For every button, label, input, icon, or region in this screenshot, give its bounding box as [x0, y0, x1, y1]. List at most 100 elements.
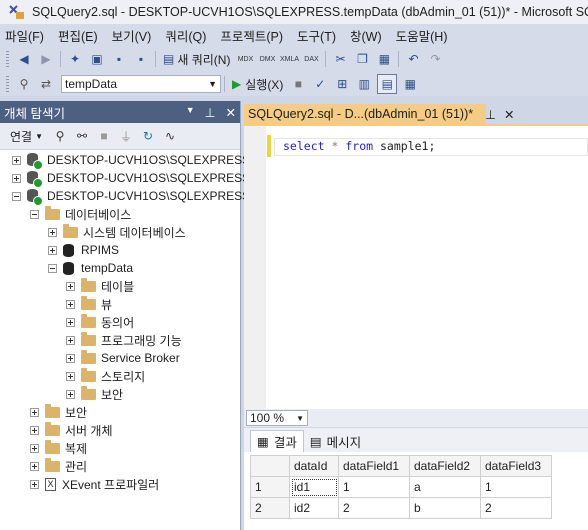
table-cell[interactable]: 2: [338, 497, 410, 519]
expand-icon[interactable]: [66, 281, 75, 291]
expand-icon[interactable]: [66, 389, 75, 399]
stop-icon[interactable]: ■: [289, 75, 307, 93]
database-select[interactable]: tempData ▼: [61, 75, 221, 93]
expand-icon[interactable]: [66, 353, 75, 363]
table-cell[interactable]: 1: [338, 476, 410, 498]
column-header[interactable]: dataField3: [480, 455, 552, 477]
filter-icon[interactable]: ⏚: [117, 127, 135, 145]
back-icon[interactable]: ◀: [15, 50, 33, 68]
query-designer-icon[interactable]: ▥: [355, 75, 373, 93]
tree-node[interactable]: 관리: [30, 457, 87, 475]
toolbar-grip[interactable]: [6, 76, 9, 92]
xmla-query-icon[interactable]: XMLA: [280, 50, 299, 68]
results-to-grid-icon[interactable]: ▦: [401, 75, 419, 93]
code-line[interactable]: select * from sample1;: [283, 139, 435, 153]
undo-icon[interactable]: ↶: [404, 50, 422, 68]
menu-query[interactable]: 쿼리(Q): [160, 26, 215, 45]
parse-icon[interactable]: ✓: [311, 75, 329, 93]
results-to-text-icon[interactable]: ▤: [377, 74, 398, 94]
dmx-query-icon[interactable]: DMX: [258, 50, 276, 68]
dax-query-icon[interactable]: DAX: [302, 50, 320, 68]
close-icon[interactable]: ✕: [226, 105, 236, 120]
expand-icon[interactable]: [48, 227, 57, 237]
save-icon[interactable]: ▪: [110, 50, 128, 68]
table-cell[interactable]: id2: [289, 497, 339, 519]
table-row[interactable]: 2 id2 2 b 2: [250, 497, 552, 519]
connect-dropdown[interactable]: 연결 ▼: [10, 128, 43, 145]
new-project-icon[interactable]: ✦: [66, 50, 84, 68]
tree-node[interactable]: 테이블: [66, 277, 134, 295]
expand-icon[interactable]: [30, 479, 39, 489]
tree-node[interactable]: tempData: [48, 259, 133, 277]
stop-icon[interactable]: ■: [95, 127, 113, 145]
mdx-query-icon[interactable]: MDX: [236, 50, 254, 68]
execute-button[interactable]: ▶ 실행(X): [232, 76, 283, 93]
expand-icon[interactable]: [30, 425, 39, 435]
expand-icon[interactable]: [66, 371, 75, 381]
connect-plug-icon[interactable]: ⚲: [51, 127, 69, 145]
change-connection-icon[interactable]: ⇄: [37, 75, 55, 93]
menu-edit[interactable]: 편집(E): [53, 26, 107, 45]
connect-icon[interactable]: ⚲: [15, 75, 33, 93]
tree-node[interactable]: 복제: [30, 439, 87, 457]
tree-node[interactable]: 데이터베이스: [30, 205, 131, 223]
menu-file[interactable]: 파일(F): [0, 26, 53, 45]
collapse-icon[interactable]: [12, 191, 21, 201]
tab-query-editor[interactable]: SQLQuery2.sql - D...(dbAdmin_01 (51))* ⊥…: [244, 104, 514, 124]
table-cell[interactable]: id1: [289, 476, 339, 498]
menu-view[interactable]: 보기(V): [107, 26, 161, 45]
open-file-icon[interactable]: ▣: [88, 50, 106, 68]
expand-icon[interactable]: [12, 155, 21, 165]
tab-results[interactable]: ▦ 결과: [250, 430, 304, 452]
table-cell[interactable]: a: [409, 476, 481, 498]
tree-node[interactable]: 보안: [30, 403, 87, 421]
save-all-icon[interactable]: ▪: [132, 50, 150, 68]
cut-icon[interactable]: ✂: [331, 50, 349, 68]
disconnect-icon[interactable]: ⚯: [73, 127, 91, 145]
tree-node[interactable]: 동의어: [66, 313, 134, 331]
estimated-plan-icon[interactable]: ⊞: [333, 75, 351, 93]
collapse-icon[interactable]: [48, 263, 57, 273]
table-row[interactable]: 1 id1 1 a 1: [250, 476, 552, 498]
tree-node[interactable]: RPIMS: [48, 241, 119, 259]
menu-window[interactable]: 창(W): [345, 26, 391, 45]
copy-icon[interactable]: ❐: [353, 50, 371, 68]
tree-node[interactable]: 보안: [66, 385, 123, 403]
collapse-icon[interactable]: [30, 209, 39, 219]
zoom-select[interactable]: 100 % ▼: [246, 410, 308, 426]
row-number[interactable]: 2: [250, 497, 290, 519]
expand-icon[interactable]: [30, 407, 39, 417]
column-header[interactable]: dataField2: [409, 455, 481, 477]
dropdown-icon[interactable]: ▼: [186, 105, 195, 120]
expand-icon[interactable]: [12, 173, 21, 183]
menu-tools[interactable]: 도구(T): [292, 26, 345, 45]
tree-node[interactable]: DESKTOP-UCVH1OS\SQLEXPRESS: [12, 187, 250, 206]
row-number[interactable]: 1: [250, 476, 290, 498]
expand-icon[interactable]: [66, 299, 75, 309]
table-cell[interactable]: 2: [480, 497, 552, 519]
tab-messages[interactable]: ▤ 메시지: [304, 430, 367, 452]
forward-icon[interactable]: ▶: [37, 50, 55, 68]
sql-editor[interactable]: select * from sample1;: [244, 126, 588, 409]
pin-icon[interactable]: ⊥: [485, 107, 496, 122]
tree-node[interactable]: DESKTOP-UCVH1OS\SQLEXPRESS: [12, 151, 250, 170]
pin-icon[interactable]: ⊥: [205, 105, 216, 120]
close-tab-icon[interactable]: ✕: [504, 107, 514, 122]
expand-icon[interactable]: [30, 443, 39, 453]
tree-node[interactable]: 시스템 데이터베이스: [48, 223, 186, 241]
refresh-icon[interactable]: ↻: [139, 127, 157, 145]
tree-node[interactable]: DESKTOP-UCVH1OS\SQLEXPRESS: [12, 169, 250, 188]
expand-icon[interactable]: [30, 461, 39, 471]
table-cell[interactable]: 1: [480, 476, 552, 498]
table-cell[interactable]: b: [409, 497, 481, 519]
column-header[interactable]: dataId: [289, 455, 339, 477]
menu-project[interactable]: 프로젝트(P): [215, 26, 292, 45]
column-header[interactable]: dataField1: [338, 455, 410, 477]
expand-icon[interactable]: [66, 317, 75, 327]
tree-node[interactable]: 뷰: [66, 295, 112, 313]
tree-node[interactable]: Service Broker: [66, 349, 180, 367]
tree-node[interactable]: 프로그래밍 기능: [66, 331, 182, 349]
new-query-button[interactable]: ▤ 새 쿼리(N): [163, 51, 230, 68]
tree-node[interactable]: 서버 개체: [30, 421, 113, 439]
activity-monitor-icon[interactable]: ∿: [161, 127, 179, 145]
